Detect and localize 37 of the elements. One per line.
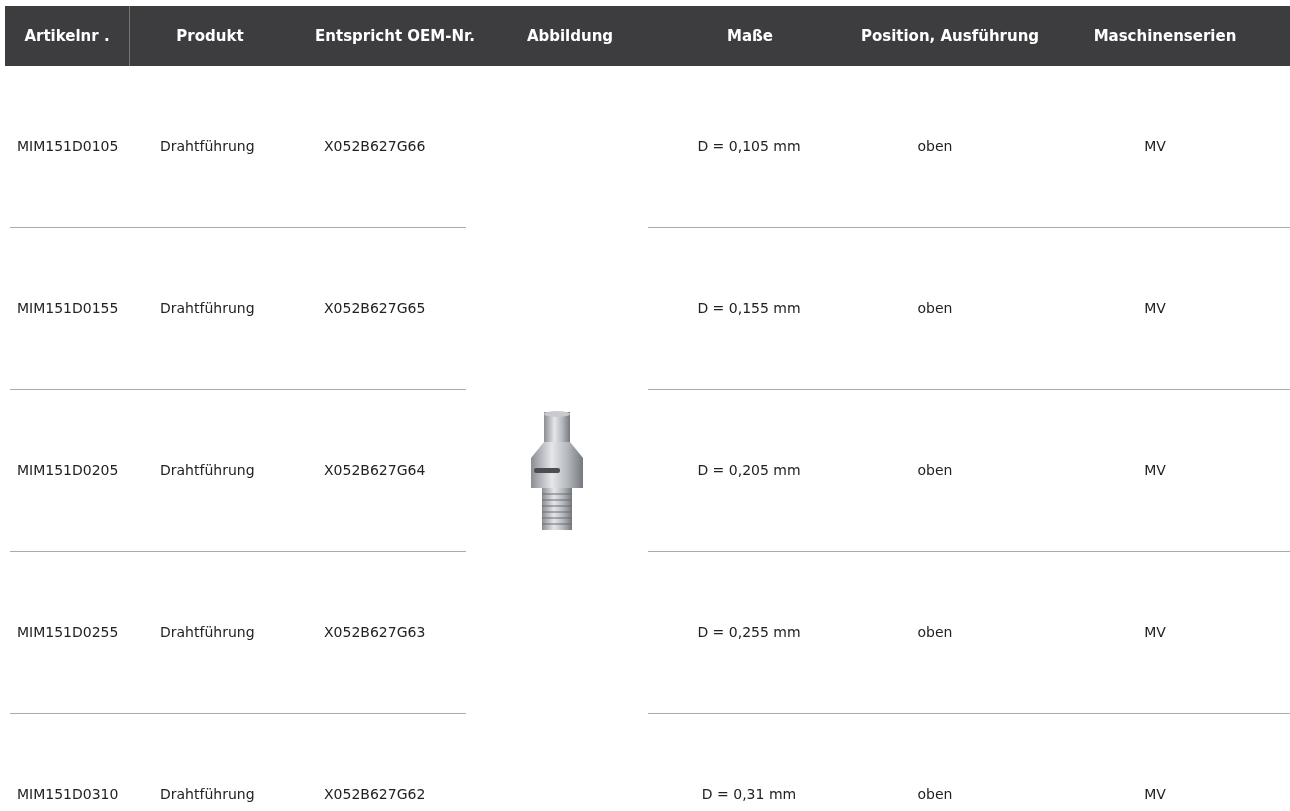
table-cell-text: D = 0,205 mm bbox=[697, 461, 801, 480]
column-header: Maschinenserien bbox=[1093, 25, 1237, 47]
column-header: Entspricht OEM-Nr. bbox=[315, 25, 475, 47]
column-header: Produkt bbox=[176, 25, 244, 47]
table-cell-text: oben bbox=[917, 623, 953, 642]
table-cell-text: MIM151D0105 bbox=[17, 137, 119, 156]
column-header: Abbildung bbox=[526, 25, 614, 47]
table-cell-text: MV bbox=[1144, 137, 1166, 156]
table-cell-text: oben bbox=[917, 299, 953, 318]
table-cell-text: Drahtführung bbox=[160, 623, 255, 642]
table-cell-text: X052B627G65 bbox=[324, 299, 426, 318]
table-cell-text: MV bbox=[1144, 623, 1166, 642]
table-cell-text: MV bbox=[1144, 785, 1166, 804]
column-header: Maße bbox=[727, 25, 773, 47]
table-cell-text: D = 0,31 mm bbox=[701, 785, 797, 804]
table-cell-text: Drahtführung bbox=[160, 137, 255, 156]
table-cell-text: MIM151D0255 bbox=[17, 623, 119, 642]
table-cell-text: MIM151D0155 bbox=[17, 299, 119, 318]
column-header: Position, Ausführung bbox=[860, 25, 1040, 47]
table-cell-text: D = 0,255 mm bbox=[697, 623, 801, 642]
table-cell-text: D = 0,155 mm bbox=[697, 299, 801, 318]
table-cell-text: oben bbox=[917, 461, 953, 480]
table-cell-text: oben bbox=[917, 137, 953, 156]
column-header: Artikelnr . bbox=[24, 25, 110, 47]
table-cell-text: MV bbox=[1144, 299, 1166, 318]
table-cell-text: oben bbox=[917, 785, 953, 804]
table-cell-text: MIM151D0310 bbox=[17, 785, 119, 804]
table-cell-text: X052B627G62 bbox=[324, 785, 426, 804]
table-cell-text: X052B627G63 bbox=[324, 623, 426, 642]
table-cell-text: D = 0,105 mm bbox=[697, 137, 801, 156]
table-cell-text: MV bbox=[1144, 461, 1166, 480]
table-cell-text: X052B627G64 bbox=[324, 461, 426, 480]
table-cell-text: Drahtführung bbox=[160, 461, 255, 480]
table-cell-text: Drahtführung bbox=[160, 785, 255, 804]
table-cell-text: MIM151D0205 bbox=[17, 461, 119, 480]
table-cell-text: Drahtführung bbox=[160, 299, 255, 318]
table-cell-text: X052B627G66 bbox=[324, 137, 426, 156]
